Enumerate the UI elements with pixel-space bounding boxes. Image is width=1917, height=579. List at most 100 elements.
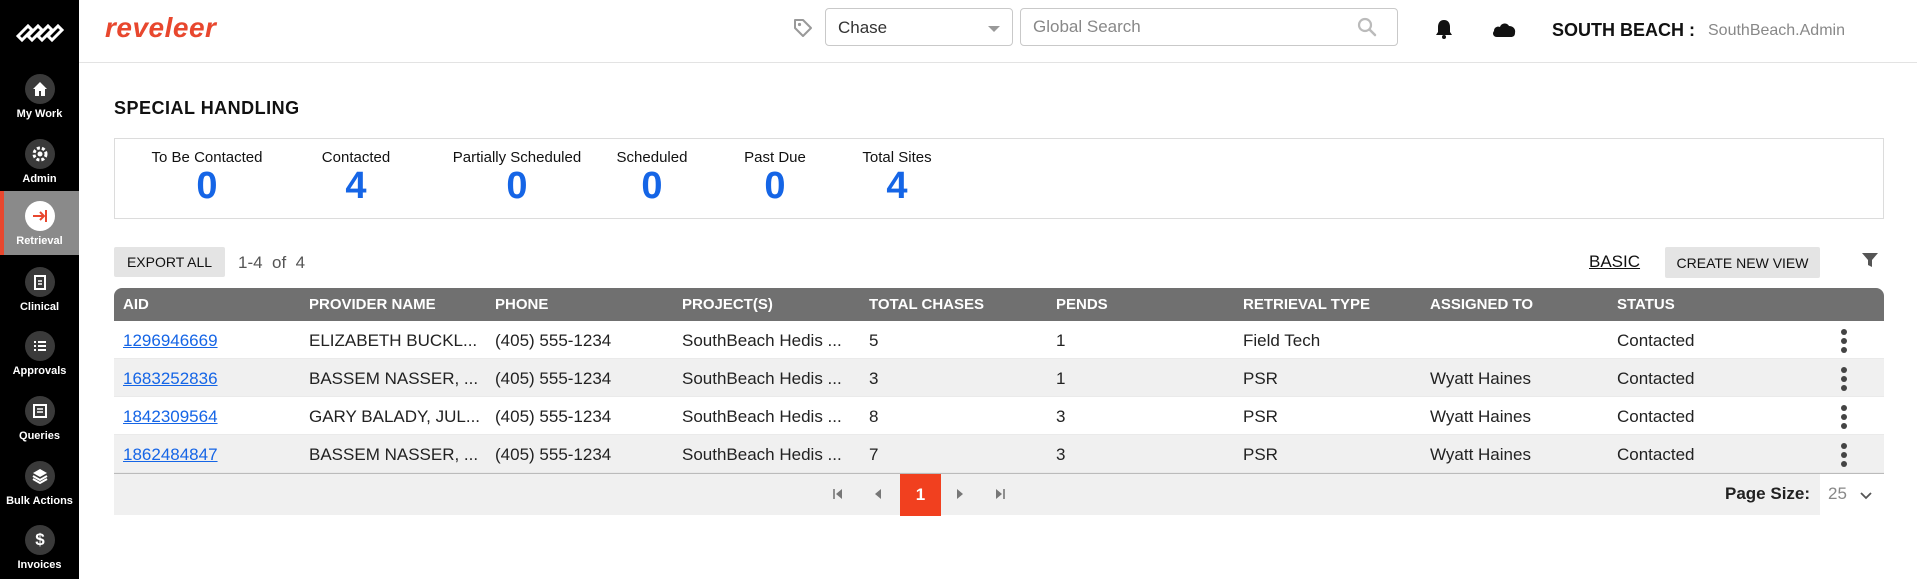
total-chases-cell: 5 <box>869 331 879 350</box>
stat-contacted[interactable]: Contacted 4 <box>318 149 394 206</box>
bell-icon[interactable] <box>1434 18 1454 40</box>
record-range: 1-4 of 4 <box>238 253 306 272</box>
page-size-label: Page Size: <box>1725 484 1811 503</box>
grid-header: AID PROVIDER NAME PHONE PROJECT(S) TOTAL… <box>114 288 1884 321</box>
page-size-select[interactable]: 25 <box>1820 474 1884 516</box>
table-row[interactable]: 1862484847 BASSEM NASSER, ... (405) 555-… <box>114 435 1884 473</box>
brand-logo[interactable]: reveleer <box>105 12 216 44</box>
status-cell: Contacted <box>1617 445 1695 464</box>
stat-total-sites[interactable]: Total Sites 4 <box>859 149 935 206</box>
tag-icon[interactable] <box>792 17 814 39</box>
stat-scheduled[interactable]: Scheduled 0 <box>614 149 690 206</box>
stat-partially-scheduled[interactable]: Partially Scheduled 0 <box>447 149 587 206</box>
phone-cell: (405) 555-1234 <box>495 331 612 350</box>
sidebar-item-label: Admin <box>22 173 57 185</box>
sidebar-item-admin[interactable]: Admin <box>0 129 79 193</box>
search-scope-select[interactable]: Chase <box>825 8 1013 46</box>
sidebar-item-approvals[interactable]: Approvals <box>0 321 79 385</box>
last-page-icon[interactable] <box>993 487 1007 501</box>
stats-panel: To Be Contacted 0 Contacted 4 Partially … <box>114 138 1884 219</box>
row-actions-kebab-icon[interactable] <box>1840 328 1848 354</box>
sidebar-item-invoices[interactable]: $ Invoices <box>0 515 79 579</box>
table-row[interactable]: 1296946669 ELIZABETH BUCKL... (405) 555-… <box>114 321 1884 359</box>
aid-link[interactable]: 1862484847 <box>123 445 218 465</box>
basic-view-link[interactable]: BASIC <box>1589 252 1640 272</box>
column-header-phone[interactable]: PHONE <box>495 296 548 313</box>
app-logo-icon[interactable] <box>14 14 66 48</box>
project-cell: SouthBeach Hedis ... <box>682 369 842 388</box>
stat-label: Partially Scheduled <box>452 149 582 166</box>
dollar-icon: $ <box>25 525 55 555</box>
previous-page-icon[interactable] <box>871 487 885 501</box>
sidebar-item-retrieval[interactable]: Retrieval <box>0 191 79 255</box>
provider-name-cell: BASSEM NASSER, ... <box>309 445 479 464</box>
assigned-to-cell: Wyatt Haines <box>1430 407 1531 426</box>
row-actions-kebab-icon[interactable] <box>1840 366 1848 392</box>
data-grid: AID PROVIDER NAME PHONE PROJECT(S) TOTAL… <box>114 288 1884 516</box>
clinical-clipboard-icon <box>25 267 55 297</box>
assigned-to-cell: Wyatt Haines <box>1430 369 1531 388</box>
global-search-input[interactable] <box>1020 8 1398 46</box>
table-row[interactable]: 1842309564 GARY BALADY, JUL... (405) 555… <box>114 397 1884 435</box>
filter-icon[interactable] <box>1861 251 1879 269</box>
gear-icon <box>25 139 55 169</box>
provider-name-cell: ELIZABETH BUCKL... <box>309 331 478 350</box>
column-header-retrieval-type[interactable]: RETRIEVAL TYPE <box>1243 296 1370 313</box>
stat-label: Scheduled <box>616 149 688 166</box>
export-all-button[interactable]: EXPORT ALL <box>114 247 225 277</box>
home-icon <box>25 74 55 104</box>
aid-link[interactable]: 1683252836 <box>123 369 218 389</box>
current-page-button[interactable]: 1 <box>900 474 941 516</box>
user-name[interactable]: SouthBeach.Admin <box>1708 22 1845 40</box>
sidebar-item-bulk-actions[interactable]: Bulk Actions <box>0 451 79 515</box>
queries-list-icon <box>25 396 55 426</box>
aid-link[interactable]: 1296946669 <box>123 331 218 351</box>
stat-value: 0 <box>506 165 528 207</box>
first-page-icon[interactable] <box>831 487 845 501</box>
total-chases-cell: 7 <box>869 445 879 464</box>
cloud-icon[interactable] <box>1491 20 1517 38</box>
sidebar-item-my-work[interactable]: My Work <box>0 64 79 128</box>
pends-cell: 3 <box>1056 407 1066 426</box>
column-header-aid[interactable]: AID <box>123 296 149 313</box>
stat-label: Contacted <box>321 149 391 166</box>
column-header-total-chases[interactable]: TOTAL CHASES <box>869 296 984 313</box>
stat-to-be-contacted[interactable]: To Be Contacted 0 <box>151 149 263 206</box>
row-actions-kebab-icon[interactable] <box>1840 404 1848 430</box>
table-row[interactable]: 1683252836 BASSEM NASSER, ... (405) 555-… <box>114 359 1884 397</box>
stat-value: 0 <box>196 165 218 207</box>
next-page-icon[interactable] <box>953 487 967 501</box>
page-size-value: 25 <box>1828 484 1847 503</box>
create-new-view-button[interactable]: CREATE NEW VIEW <box>1665 247 1820 278</box>
provider-name-cell: GARY BALADY, JUL... <box>309 407 481 426</box>
row-actions-kebab-icon[interactable] <box>1840 442 1848 468</box>
org-name: SOUTH BEACH : <box>1552 20 1695 40</box>
column-header-assigned-to[interactable]: ASSIGNED TO <box>1430 296 1533 313</box>
total-chases-cell: 3 <box>869 369 879 388</box>
column-header-status[interactable]: STATUS <box>1617 296 1675 313</box>
sidebar-item-queries[interactable]: Queries <box>0 386 79 450</box>
column-header-provider-name[interactable]: PROVIDER NAME <box>309 296 436 313</box>
sidebar-item-label: Queries <box>19 430 60 442</box>
pends-cell: 1 <box>1056 331 1066 350</box>
retrieval-arrow-icon <box>25 201 55 231</box>
status-cell: Contacted <box>1617 331 1695 350</box>
project-cell: SouthBeach Hedis ... <box>682 445 842 464</box>
sidebar-item-clinical[interactable]: Clinical <box>0 257 79 321</box>
sidebar-item-label: Approvals <box>12 365 67 377</box>
total-chases-cell: 8 <box>869 407 879 426</box>
retrieval-type-cell: Field Tech <box>1243 331 1321 350</box>
stat-label: To Be Contacted <box>151 149 263 166</box>
chevron-down-icon <box>1860 492 1872 500</box>
stat-value: 4 <box>886 165 908 207</box>
assigned-to-cell: Wyatt Haines <box>1430 445 1531 464</box>
chevron-down-icon <box>988 26 1000 32</box>
aid-link[interactable]: 1842309564 <box>123 407 218 427</box>
sidebar-item-label: Clinical <box>19 301 60 313</box>
column-header-projects[interactable]: PROJECT(S) <box>682 296 773 313</box>
sidebar: My Work Admin Retrieval Clinical Approva… <box>0 0 79 579</box>
search-icon[interactable] <box>1357 17 1377 37</box>
column-header-pends[interactable]: PENDS <box>1056 296 1108 313</box>
stat-past-due[interactable]: Past Due 0 <box>737 149 813 206</box>
phone-cell: (405) 555-1234 <box>495 445 612 464</box>
